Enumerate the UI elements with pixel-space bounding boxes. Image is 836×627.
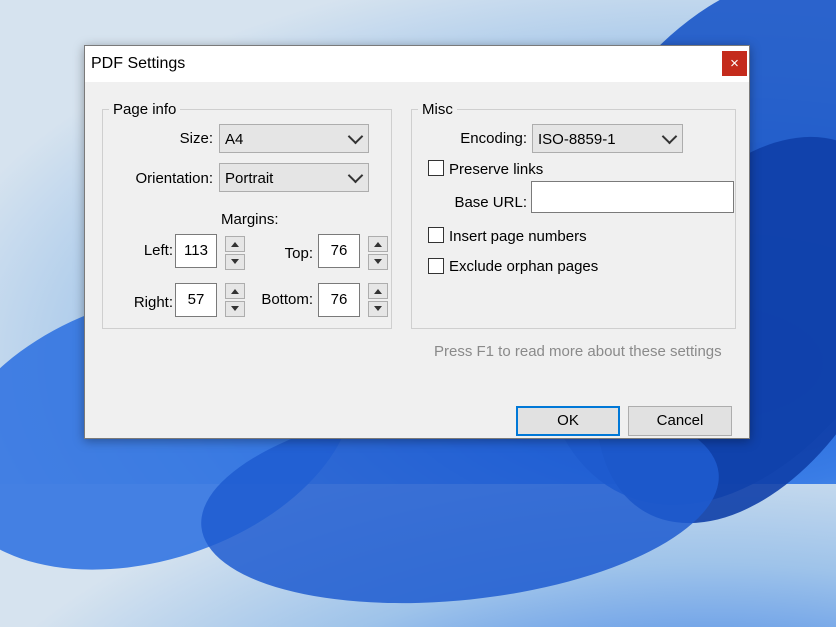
encoding-select[interactable]: ISO-8859-1 bbox=[532, 124, 683, 153]
right-margin-up-button[interactable] bbox=[225, 283, 245, 299]
right-margin-label: Right: bbox=[133, 294, 173, 311]
close-button[interactable]: × bbox=[722, 51, 747, 76]
chevron-down-icon bbox=[347, 128, 364, 145]
insert-page-numbers-checkbox[interactable] bbox=[428, 227, 444, 243]
preserve-links-label: Preserve links bbox=[449, 161, 544, 178]
chevron-down-icon bbox=[374, 259, 382, 264]
top-margin-stepper bbox=[368, 236, 388, 270]
exclude-orphan-pages-label: Exclude orphan pages bbox=[449, 258, 599, 275]
bottom-margin-input[interactable]: 76 bbox=[318, 283, 360, 317]
base-url-label: Base URL: bbox=[454, 194, 527, 211]
left-margin-up-button[interactable] bbox=[225, 236, 245, 252]
page-info-legend: Page info bbox=[109, 101, 181, 118]
cancel-button[interactable]: Cancel bbox=[628, 406, 732, 436]
size-value: A4 bbox=[225, 131, 244, 148]
bottom-margin-up-button[interactable] bbox=[368, 283, 388, 299]
misc-legend: Misc bbox=[418, 101, 457, 118]
chevron-down-icon bbox=[231, 306, 239, 311]
bottom-margin-value: 76 bbox=[330, 291, 348, 308]
encoding-value: ISO-8859-1 bbox=[538, 131, 616, 148]
size-select[interactable]: A4 bbox=[219, 124, 369, 153]
preserve-links-checkbox[interactable] bbox=[428, 160, 444, 176]
help-hint-text: Press F1 to read more about these settin… bbox=[434, 343, 722, 360]
insert-page-numbers-label: Insert page numbers bbox=[449, 228, 587, 245]
top-margin-label: Top: bbox=[284, 245, 313, 262]
base-url-input[interactable] bbox=[531, 181, 734, 213]
orientation-select[interactable]: Portrait bbox=[219, 163, 369, 192]
top-margin-input[interactable]: 76 bbox=[318, 234, 360, 268]
chevron-down-icon bbox=[661, 128, 678, 145]
chevron-up-icon bbox=[374, 289, 382, 294]
top-margin-down-button[interactable] bbox=[368, 254, 388, 270]
encoding-label: Encoding: bbox=[460, 130, 527, 147]
left-margin-label: Left: bbox=[143, 242, 173, 259]
bottom-margin-stepper bbox=[368, 283, 388, 317]
orientation-value: Portrait bbox=[225, 170, 274, 187]
bottom-margin-down-button[interactable] bbox=[368, 301, 388, 317]
chevron-up-icon bbox=[231, 289, 239, 294]
ok-button[interactable]: OK bbox=[516, 406, 620, 436]
orientation-label: Orientation: bbox=[135, 170, 213, 187]
pdf-settings-dialog: PDF Settings × Page info Size: A4 Orient… bbox=[84, 45, 750, 439]
bottom-margin-label: Bottom: bbox=[261, 291, 313, 308]
size-label: Size: bbox=[179, 130, 213, 147]
left-margin-down-button[interactable] bbox=[225, 254, 245, 270]
left-margin-value: 113 bbox=[184, 242, 208, 259]
chevron-up-icon bbox=[374, 242, 382, 247]
top-margin-value: 76 bbox=[330, 242, 348, 259]
top-margin-up-button[interactable] bbox=[368, 236, 388, 252]
title-bar[interactable]: PDF Settings × bbox=[85, 46, 749, 82]
right-margin-down-button[interactable] bbox=[225, 301, 245, 317]
right-margin-input[interactable]: 57 bbox=[175, 283, 217, 317]
chevron-up-icon bbox=[231, 242, 239, 247]
dialog-title: PDF Settings bbox=[91, 55, 186, 72]
left-margin-stepper bbox=[225, 236, 245, 270]
close-icon: × bbox=[730, 55, 739, 72]
right-margin-value: 57 bbox=[187, 291, 205, 308]
right-margin-stepper bbox=[225, 283, 245, 317]
exclude-orphan-pages-checkbox[interactable] bbox=[428, 258, 444, 274]
left-margin-input[interactable]: 113 bbox=[175, 234, 217, 268]
chevron-down-icon bbox=[374, 306, 382, 311]
chevron-down-icon bbox=[347, 167, 364, 184]
chevron-down-icon bbox=[231, 259, 239, 264]
margins-label: Margins: bbox=[221, 211, 279, 228]
